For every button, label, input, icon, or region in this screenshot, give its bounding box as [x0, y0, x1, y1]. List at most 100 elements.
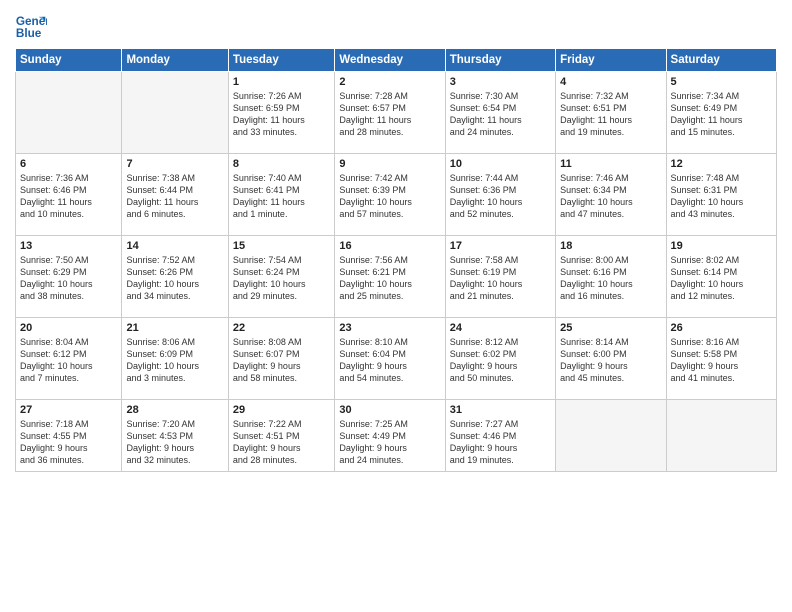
calendar-cell: 2Sunrise: 7:28 AM Sunset: 6:57 PM Daylig…: [335, 72, 445, 154]
dow-header-friday: Friday: [556, 49, 666, 72]
dow-header-monday: Monday: [122, 49, 228, 72]
calendar-cell: 26 Sunrise: 8:16 AM Sunset: 5:58 PM Dayli…: [666, 318, 776, 400]
day-number: 24: [450, 322, 551, 334]
day-detail: Sunrise: 7:44 AM Sunset: 6:36 PM Dayligh…: [450, 172, 551, 221]
day-number: 23: [339, 322, 440, 334]
calendar-cell: 9 Sunrise: 7:42 AM Sunset: 6:39 PM Daylig…: [335, 154, 445, 236]
day-detail: Sunrise: 7:48 AM Sunset: 6:31 PM Dayligh…: [671, 172, 772, 221]
day-detail: Sunrise: 7:54 AM Sunset: 6:24 PM Dayligh…: [233, 254, 330, 303]
day-number: 9: [339, 158, 440, 170]
calendar-table: SundayMondayTuesdayWednesdayThursdayFrid…: [15, 48, 777, 472]
day-number: 15: [233, 240, 330, 252]
day-detail: Sunrise: 7:34 AM Sunset: 6:49 PM Dayligh…: [671, 90, 772, 139]
calendar-cell: 25 Sunrise: 8:14 AM Sunset: 6:00 PM Dayli…: [556, 318, 666, 400]
day-detail: Sunrise: 8:00 AM Sunset: 6:16 PM Dayligh…: [560, 254, 661, 303]
calendar-cell: 7 Sunrise: 7:38 AM Sunset: 6:44 PM Daylig…: [122, 154, 228, 236]
dow-header-sunday: Sunday: [16, 49, 122, 72]
calendar-cell: 23 Sunrise: 8:10 AM Sunset: 6:04 PM Dayli…: [335, 318, 445, 400]
day-detail: Sunrise: 7:58 AM Sunset: 6:19 PM Dayligh…: [450, 254, 551, 303]
day-detail: Sunrise: 7:28 AM Sunset: 6:57 PM Dayligh…: [339, 90, 440, 139]
calendar-cell: 19 Sunrise: 8:02 AM Sunset: 6:14 PM Dayli…: [666, 236, 776, 318]
calendar-cell: 29 Sunrise: 7:22 AM Sunset: 4:51 PM Dayli…: [228, 400, 334, 472]
calendar-cell: 14Sunrise: 7:52 AM Sunset: 6:26 PM Dayli…: [122, 236, 228, 318]
calendar-cell: [122, 72, 228, 154]
day-number: 29: [233, 404, 330, 416]
day-number: 7: [126, 158, 223, 170]
day-detail: Sunrise: 7:18 AM Sunset: 4:55 PM Dayligh…: [20, 418, 117, 467]
day-number: 20: [20, 322, 117, 334]
dow-header-wednesday: Wednesday: [335, 49, 445, 72]
day-number: 11: [560, 158, 661, 170]
logo: General Blue: [15, 10, 47, 42]
day-detail: Sunrise: 7:22 AM Sunset: 4:51 PM Dayligh…: [233, 418, 330, 467]
day-number: 30: [339, 404, 440, 416]
day-detail: Sunrise: 8:16 AM Sunset: 5:58 PM Dayligh…: [671, 336, 772, 385]
dow-header-thursday: Thursday: [445, 49, 555, 72]
calendar-cell: 30 Sunrise: 7:25 AM Sunset: 4:49 PM Dayli…: [335, 400, 445, 472]
day-detail: Sunrise: 8:14 AM Sunset: 6:00 PM Dayligh…: [560, 336, 661, 385]
day-detail: Sunrise: 7:38 AM Sunset: 6:44 PM Dayligh…: [126, 172, 223, 221]
day-number: 3: [450, 76, 551, 88]
day-number: 8: [233, 158, 330, 170]
day-number: 26: [671, 322, 772, 334]
calendar-cell: 6 Sunrise: 7:36 AM Sunset: 6:46 PM Daylig…: [16, 154, 122, 236]
day-detail: Sunrise: 8:08 AM Sunset: 6:07 PM Dayligh…: [233, 336, 330, 385]
calendar-cell: 12 Sunrise: 7:48 AM Sunset: 6:31 PM Dayli…: [666, 154, 776, 236]
day-detail: Sunrise: 7:46 AM Sunset: 6:34 PM Dayligh…: [560, 172, 661, 221]
day-number: 19: [671, 240, 772, 252]
calendar-cell: 28 Sunrise: 7:20 AM Sunset: 4:53 PM Dayli…: [122, 400, 228, 472]
day-number: 14: [126, 240, 223, 252]
calendar-cell: 20 Sunrise: 8:04 AM Sunset: 6:12 PM Dayli…: [16, 318, 122, 400]
day-number: 27: [20, 404, 117, 416]
day-number: 25: [560, 322, 661, 334]
calendar-cell: 21 Sunrise: 8:06 AM Sunset: 6:09 PM Dayli…: [122, 318, 228, 400]
logo-icon: General Blue: [15, 10, 47, 42]
calendar-cell: 3 Sunrise: 7:30 AM Sunset: 6:54 PM Daylig…: [445, 72, 555, 154]
calendar-cell: 10Sunrise: 7:44 AM Sunset: 6:36 PM Dayli…: [445, 154, 555, 236]
day-detail: Sunrise: 8:10 AM Sunset: 6:04 PM Dayligh…: [339, 336, 440, 385]
dow-header-saturday: Saturday: [666, 49, 776, 72]
calendar-cell: 8 Sunrise: 7:40 AM Sunset: 6:41 PM Daylig…: [228, 154, 334, 236]
day-detail: Sunrise: 7:56 AM Sunset: 6:21 PM Dayligh…: [339, 254, 440, 303]
calendar-cell: 15 Sunrise: 7:54 AM Sunset: 6:24 PM Dayli…: [228, 236, 334, 318]
day-detail: Sunrise: 7:27 AM Sunset: 4:46 PM Dayligh…: [450, 418, 551, 467]
header: General Blue: [15, 10, 777, 42]
day-detail: Sunrise: 8:06 AM Sunset: 6:09 PM Dayligh…: [126, 336, 223, 385]
day-number: 6: [20, 158, 117, 170]
svg-text:Blue: Blue: [16, 27, 42, 40]
calendar-cell: [556, 400, 666, 472]
day-number: 13: [20, 240, 117, 252]
day-detail: Sunrise: 7:42 AM Sunset: 6:39 PM Dayligh…: [339, 172, 440, 221]
calendar-cell: 13 Sunrise: 7:50 AM Sunset: 6:29 PM Dayli…: [16, 236, 122, 318]
calendar-cell: 1 Sunrise: 7:26 AM Sunset: 6:59 PM Daylig…: [228, 72, 334, 154]
day-number: 4: [560, 76, 661, 88]
calendar-cell: 4Sunrise: 7:32 AM Sunset: 6:51 PM Daylig…: [556, 72, 666, 154]
day-number: 31: [450, 404, 551, 416]
day-detail: Sunrise: 7:30 AM Sunset: 6:54 PM Dayligh…: [450, 90, 551, 139]
calendar-cell: 18Sunrise: 8:00 AM Sunset: 6:16 PM Dayli…: [556, 236, 666, 318]
day-number: 22: [233, 322, 330, 334]
day-number: 28: [126, 404, 223, 416]
day-number: 12: [671, 158, 772, 170]
day-detail: Sunrise: 7:25 AM Sunset: 4:49 PM Dayligh…: [339, 418, 440, 467]
day-detail: Sunrise: 7:40 AM Sunset: 6:41 PM Dayligh…: [233, 172, 330, 221]
calendar-cell: [666, 400, 776, 472]
day-detail: Sunrise: 7:20 AM Sunset: 4:53 PM Dayligh…: [126, 418, 223, 467]
calendar-cell: 27 Sunrise: 7:18 AM Sunset: 4:55 PM Dayli…: [16, 400, 122, 472]
day-detail: Sunrise: 8:04 AM Sunset: 6:12 PM Dayligh…: [20, 336, 117, 385]
calendar-cell: 17Sunrise: 7:58 AM Sunset: 6:19 PM Dayli…: [445, 236, 555, 318]
dow-header-tuesday: Tuesday: [228, 49, 334, 72]
calendar-cell: 24 Sunrise: 8:12 AM Sunset: 6:02 PM Dayli…: [445, 318, 555, 400]
calendar-cell: 31 Sunrise: 7:27 AM Sunset: 4:46 PM Dayli…: [445, 400, 555, 472]
calendar-page: General Blue SundayMondayTuesdayWednesda…: [0, 0, 792, 612]
day-number: 21: [126, 322, 223, 334]
day-detail: Sunrise: 7:36 AM Sunset: 6:46 PM Dayligh…: [20, 172, 117, 221]
calendar-cell: 11 Sunrise: 7:46 AM Sunset: 6:34 PM Dayli…: [556, 154, 666, 236]
day-detail: Sunrise: 8:12 AM Sunset: 6:02 PM Dayligh…: [450, 336, 551, 385]
day-number: 16: [339, 240, 440, 252]
calendar-cell: 22 Sunrise: 8:08 AM Sunset: 6:07 PM Dayli…: [228, 318, 334, 400]
day-detail: Sunrise: 7:50 AM Sunset: 6:29 PM Dayligh…: [20, 254, 117, 303]
day-detail: Sunrise: 7:26 AM Sunset: 6:59 PM Dayligh…: [233, 90, 330, 139]
day-detail: Sunrise: 8:02 AM Sunset: 6:14 PM Dayligh…: [671, 254, 772, 303]
day-number: 1: [233, 76, 330, 88]
